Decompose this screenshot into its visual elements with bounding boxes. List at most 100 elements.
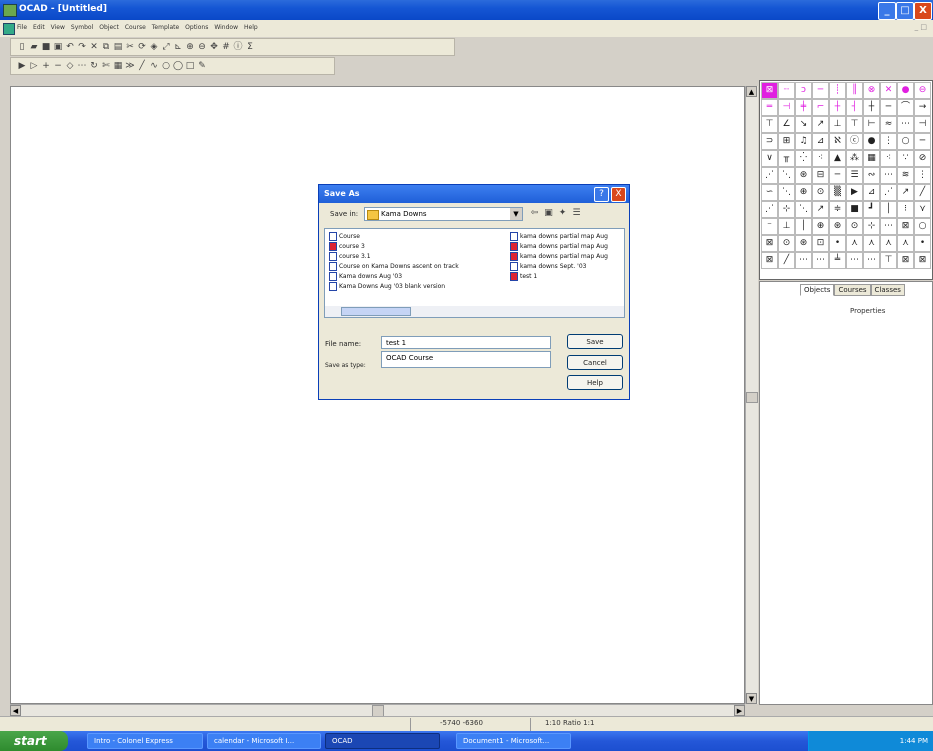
file-type-dropdown[interactable]: OCAD Course: [381, 351, 551, 368]
menu-help[interactable]: Help: [244, 24, 258, 31]
symbol-cell[interactable]: ⊕: [795, 184, 812, 201]
symbol-cell[interactable]: ♫: [795, 133, 812, 150]
file-item[interactable]: Kama downs Aug '03: [329, 272, 402, 281]
rotate-icon[interactable]: ⟳: [137, 42, 147, 52]
symbol-cell[interactable]: ─: [812, 82, 829, 99]
file-item[interactable]: test 1: [510, 272, 537, 281]
corner-point-icon[interactable]: ◇: [65, 61, 75, 71]
symbol-cell[interactable]: ⋯: [795, 252, 812, 269]
print-icon[interactable]: ▣: [53, 42, 63, 52]
zoom-in-icon[interactable]: ⊕: [185, 42, 195, 52]
symbol-cell[interactable]: ↄ: [795, 82, 812, 99]
symbol-cell[interactable]: ⊙: [846, 218, 863, 235]
straight-line-icon[interactable]: ╱: [137, 61, 147, 71]
fill-object-icon[interactable]: ▦: [113, 61, 123, 71]
symbol-cell[interactable]: ⊢: [863, 116, 880, 133]
symbol-cell[interactable]: ⊙: [778, 235, 795, 252]
symbol-cell[interactable]: ⋯: [863, 252, 880, 269]
save-in-dropdown[interactable]: Kama Downs ▼: [364, 207, 523, 221]
start-button[interactable]: start: [0, 731, 68, 751]
file-item[interactable]: kama downs partial map Aug: [510, 232, 608, 241]
symbol-cell[interactable]: ⋱: [795, 201, 812, 218]
save-icon[interactable]: ■: [41, 42, 51, 52]
chevron-down-icon[interactable]: ▼: [510, 208, 522, 220]
symbol-cell[interactable]: ⋱: [778, 167, 795, 184]
symbol-cell[interactable]: ─: [914, 133, 931, 150]
view-menu-icon[interactable]: ☰: [571, 208, 582, 219]
symbol-cell[interactable]: ≑: [829, 201, 846, 218]
symbol-cell[interactable]: ⁝: [897, 201, 914, 218]
new-folder-icon[interactable]: ✦: [557, 208, 568, 219]
symbol-cell[interactable]: ⋯: [880, 167, 897, 184]
symbol-cell[interactable]: ⋯: [846, 252, 863, 269]
menu-template[interactable]: Template: [152, 24, 179, 31]
symbol-cell[interactable]: ╪: [795, 99, 812, 116]
symbol-cell[interactable]: ⊥: [778, 218, 795, 235]
symbol-cell[interactable]: ⊣: [778, 99, 795, 116]
symbol-cell[interactable]: ↗: [812, 116, 829, 133]
file-list-scroll-thumb[interactable]: [341, 307, 411, 316]
symbol-cell[interactable]: ↘: [795, 116, 812, 133]
symbol-cell[interactable]: ∠: [778, 116, 795, 133]
scroll-down-button[interactable]: ▼: [746, 693, 757, 704]
symbol-cell[interactable]: ▒: [829, 184, 846, 201]
new-icon[interactable]: ▯: [17, 42, 27, 52]
scroll-right-button[interactable]: ▶: [734, 705, 745, 716]
symbol-cell[interactable]: ⋮: [914, 167, 931, 184]
symbol-cell[interactable]: ─: [880, 99, 897, 116]
cut-icon[interactable]: ✕: [89, 42, 99, 52]
freehand-icon[interactable]: ✎: [197, 61, 207, 71]
rectangle-icon[interactable]: □: [185, 61, 195, 71]
dialog-help-button[interactable]: ?: [594, 187, 609, 202]
tab-courses[interactable]: Courses: [834, 284, 871, 296]
symbol-cell[interactable]: ⋯: [812, 252, 829, 269]
ocad-app-icon[interactable]: [3, 4, 17, 17]
symbol-cell[interactable]: ┛: [863, 201, 880, 218]
symbol-cell[interactable]: ┼: [829, 99, 846, 116]
symbol-cell[interactable]: ╥: [778, 150, 795, 167]
symbol-cell[interactable]: ⋰: [761, 167, 778, 184]
help-button[interactable]: Help: [567, 375, 623, 390]
symbol-cell[interactable]: ⋏: [880, 235, 897, 252]
symbol-cell[interactable]: ⊠: [761, 235, 778, 252]
file-item[interactable]: course 3.1: [329, 252, 371, 261]
save-button[interactable]: Save: [567, 334, 623, 349]
symbol-cell[interactable]: ⊿: [863, 184, 880, 201]
symbol-cell[interactable]: ↗: [812, 201, 829, 218]
info-icon[interactable]: ⓘ: [233, 42, 243, 52]
delete-icon[interactable]: ✂: [125, 42, 135, 52]
symbol-cell[interactable]: ■: [846, 201, 863, 218]
close-button[interactable]: X: [914, 2, 932, 20]
symbol-cell[interactable]: ↗: [897, 184, 914, 201]
redo-icon[interactable]: ↷: [77, 42, 87, 52]
symbol-cell[interactable]: ✕: [880, 82, 897, 99]
symbol-cell[interactable]: ⊥: [829, 116, 846, 133]
symbol-cell[interactable]: ⁖: [812, 150, 829, 167]
symbol-cell[interactable]: ⋯: [880, 218, 897, 235]
circle-icon[interactable]: ○: [161, 61, 171, 71]
symbol-cell[interactable]: ⓒ: [846, 133, 863, 150]
paste-icon[interactable]: ▤: [113, 42, 123, 52]
symbol-cell[interactable]: ∨: [761, 150, 778, 167]
menu-file[interactable]: File: [17, 24, 27, 31]
symbol-cell[interactable]: ⁻: [761, 218, 778, 235]
file-item[interactable]: kama downs partial map Aug: [510, 242, 608, 251]
symbol-cell[interactable]: ⁂: [846, 150, 863, 167]
clock[interactable]: 1:44 PM: [900, 737, 928, 745]
symbol-cell[interactable]: ℵ: [829, 133, 846, 150]
symbol-cell[interactable]: ║: [846, 82, 863, 99]
task-intro[interactable]: Intro - Colonel Express: [87, 733, 203, 749]
measure-icon[interactable]: ⊾: [173, 42, 183, 52]
symbol-cell[interactable]: ⋯: [897, 116, 914, 133]
file-item[interactable]: Course: [329, 232, 360, 241]
symbol-cell[interactable]: ⊠: [761, 82, 778, 99]
symbol-cell[interactable]: ⊠: [897, 218, 914, 235]
file-item[interactable]: kama downs Sept. '03: [510, 262, 586, 271]
symbol-cell[interactable]: ⊹: [778, 201, 795, 218]
symbol-cell[interactable]: │: [795, 218, 812, 235]
ellipse-icon[interactable]: ◯: [173, 61, 183, 71]
add-point-icon[interactable]: +: [41, 61, 51, 71]
maximize-button[interactable]: □: [896, 2, 914, 20]
task-calendar[interactable]: calendar - Microsoft I...: [207, 733, 321, 749]
symbol-cell[interactable]: ┤: [846, 99, 863, 116]
